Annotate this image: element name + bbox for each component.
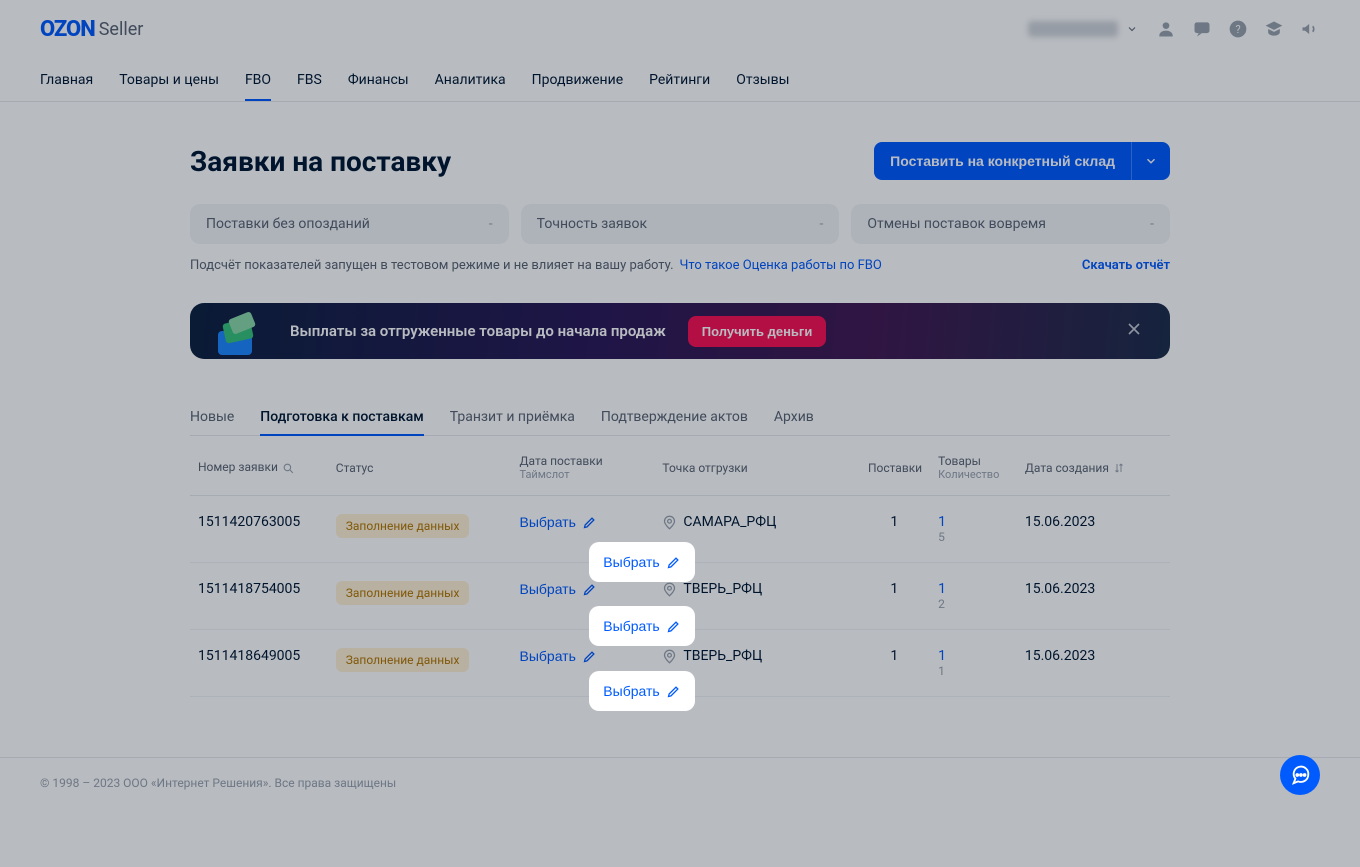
banner-illustration: [212, 303, 268, 359]
account-name-blurred: [1028, 21, 1118, 37]
col-id[interactable]: Номер заявки: [190, 436, 328, 496]
location-cell: САМАРА_РФЦ: [662, 514, 850, 530]
fbo-rating-link[interactable]: Что такое Оценка работы по FBO: [680, 258, 882, 273]
col-goods: ТоварыКоличество: [930, 436, 1017, 496]
get-money-button[interactable]: Получить деньги: [688, 316, 827, 347]
tab-preparation[interactable]: Подготовка к поставкам: [260, 399, 423, 435]
nav-ratings[interactable]: Рейтинги: [649, 60, 710, 100]
goods-count-link[interactable]: 1: [938, 648, 946, 664]
education-icon[interactable]: [1264, 19, 1284, 39]
primary-nav: Главная Товары и цены FBO FBS Финансы Ан…: [0, 58, 1360, 102]
select-timeslot-button[interactable]: Выбрать: [603, 618, 680, 634]
nav-finance[interactable]: Финансы: [348, 60, 409, 100]
location-cell: ТВЕРЬ_РФЦ: [662, 648, 850, 664]
col-location: Точка отгрузки: [654, 436, 858, 496]
tab-new[interactable]: Новые: [190, 399, 234, 435]
nav-promotion[interactable]: Продвижение: [532, 60, 623, 100]
col-deliveries: Поставки: [859, 436, 931, 496]
tab-transit[interactable]: Транзит и приёмка: [450, 399, 575, 435]
header: OZON Seller ?: [0, 0, 1360, 58]
chat-fab[interactable]: [1280, 755, 1320, 795]
highlight-select-1: Выбрать: [589, 542, 695, 582]
location-icon: [662, 582, 677, 597]
main-content: Заявки на поставку Поставить на конкретн…: [190, 102, 1170, 757]
logo-brand: OZON: [40, 17, 95, 42]
page-title: Заявки на поставку: [190, 145, 451, 178]
pencil-icon: [666, 555, 681, 570]
select-timeslot-button[interactable]: Выбрать: [603, 683, 680, 699]
footer: © 1998 – 2023 ООО «Интернет Решения». Вс…: [0, 757, 1360, 808]
primary-cta-group: Поставить на конкретный склад: [874, 142, 1170, 180]
supply-to-warehouse-button[interactable]: Поставить на конкретный склад: [874, 142, 1131, 180]
col-status: Статус: [328, 436, 512, 496]
nav-analytics[interactable]: Аналитика: [435, 60, 506, 100]
close-icon[interactable]: [1124, 319, 1148, 343]
pencil-icon: [582, 649, 597, 664]
location-icon: [662, 649, 677, 664]
chevron-down-icon: [1126, 23, 1138, 35]
goods-count-link[interactable]: 1: [938, 581, 946, 597]
select-timeslot-button[interactable]: Выбрать: [603, 554, 680, 570]
location-cell: ТВЕРЬ_РФЦ: [662, 581, 850, 597]
pencil-icon: [666, 684, 681, 699]
status-badge: Заполнение данных: [336, 648, 470, 672]
megaphone-icon[interactable]: [1300, 19, 1320, 39]
highlight-select-3: Выбрать: [589, 671, 695, 711]
account-switcher[interactable]: [1028, 21, 1138, 37]
select-timeslot-button[interactable]: Выбрать: [519, 648, 596, 664]
pencil-icon: [582, 582, 597, 597]
stat-ontime[interactable]: Поставки без опозданий-: [190, 204, 509, 244]
goods-count-link[interactable]: 1: [938, 514, 946, 530]
col-created[interactable]: Дата создания: [1017, 436, 1170, 496]
svg-text:?: ?: [1235, 23, 1240, 36]
nav-main[interactable]: Главная: [40, 60, 93, 100]
download-report-link[interactable]: Скачать отчёт: [1082, 258, 1170, 273]
stat-cancels[interactable]: Отмены поставок вовремя-: [851, 204, 1170, 244]
sort-icon: [1113, 462, 1125, 474]
logo-sub: Seller: [99, 19, 144, 40]
logo[interactable]: OZON Seller: [40, 17, 143, 42]
select-timeslot-button[interactable]: Выбрать: [519, 514, 596, 530]
status-badge: Заполнение данных: [336, 581, 470, 605]
nav-products[interactable]: Товары и цены: [119, 60, 219, 100]
banner-text: Выплаты за отгруженные товары до начала …: [290, 322, 666, 340]
supply-to-warehouse-dropdown[interactable]: [1131, 142, 1170, 180]
location-icon: [662, 515, 677, 530]
payout-banner: Выплаты за отгруженные товары до начала …: [190, 303, 1170, 359]
highlight-select-2: Выбрать: [589, 606, 695, 646]
supply-tabs: Новые Подготовка к поставкам Транзит и п…: [190, 399, 1170, 436]
chat-icon[interactable]: [1192, 19, 1212, 39]
nav-fbo[interactable]: FBO: [245, 60, 271, 100]
tab-confirmation[interactable]: Подтверждение актов: [601, 399, 748, 435]
chat-bubble-icon: [1289, 764, 1311, 786]
stat-accuracy[interactable]: Точность заявок-: [521, 204, 840, 244]
select-timeslot-button[interactable]: Выбрать: [519, 581, 596, 597]
search-icon: [282, 462, 295, 475]
status-badge: Заполнение данных: [336, 514, 470, 538]
pencil-icon: [582, 515, 597, 530]
chevron-down-icon: [1144, 154, 1158, 168]
help-icon[interactable]: ?: [1228, 19, 1248, 39]
profile-icon[interactable]: [1156, 19, 1176, 39]
nav-reviews[interactable]: Отзывы: [736, 60, 789, 100]
tab-archive[interactable]: Архив: [774, 399, 814, 435]
pencil-icon: [666, 619, 681, 634]
col-date: Дата поставкиТаймслот: [511, 436, 654, 496]
nav-fbs[interactable]: FBS: [297, 60, 322, 100]
info-line: Подсчёт показателей запущен в тестовом р…: [190, 258, 1170, 273]
